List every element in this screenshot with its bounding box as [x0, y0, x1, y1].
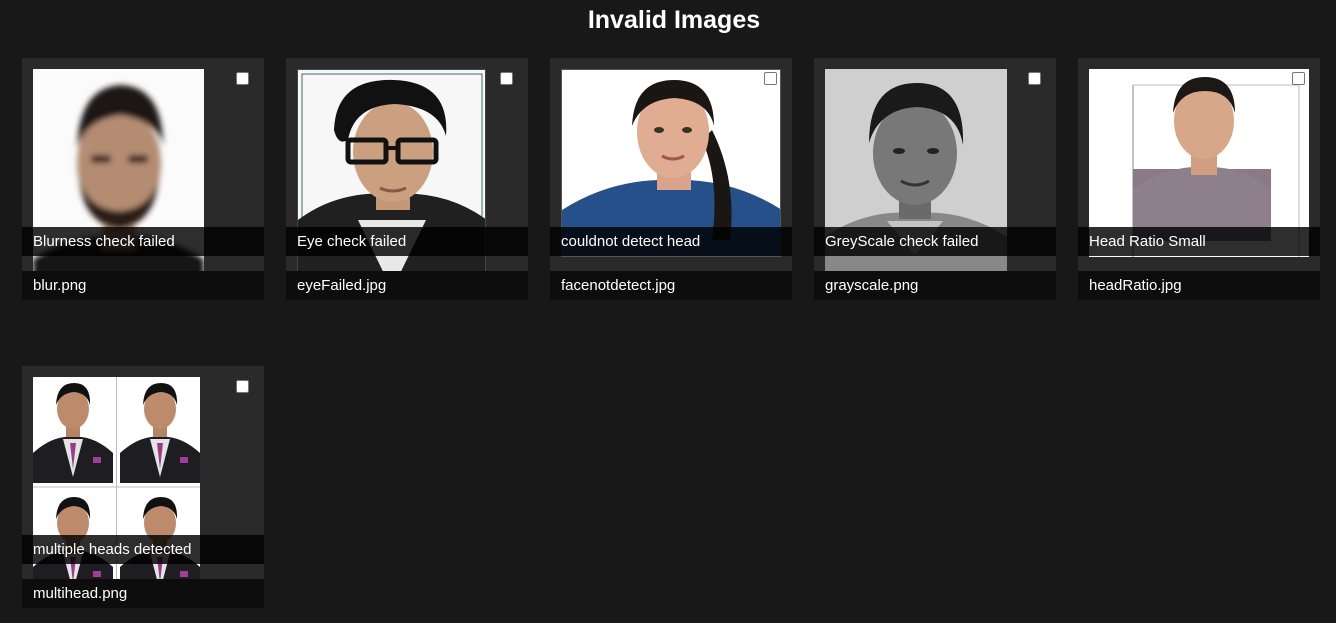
select-checkbox[interactable] [236, 72, 249, 85]
photo-thumbnail-eyefailed [297, 69, 486, 289]
select-checkbox[interactable] [764, 72, 777, 85]
file-name: grayscale.png [814, 271, 1056, 300]
select-checkbox[interactable] [236, 380, 249, 393]
image-card-blur[interactable]: Blurness check failed blur.png [22, 58, 264, 300]
image-card-grayscale[interactable]: GreyScale check failed grayscale.png [814, 58, 1056, 300]
file-name: multihead.png [22, 579, 264, 608]
error-label: couldnot detect head [550, 227, 792, 256]
error-label: Blurness check failed [22, 227, 264, 256]
image-card-eyefailed[interactable]: Eye check failed eyeFailed.jpg [286, 58, 528, 300]
image-card-multihead[interactable]: multiple heads detected multihead.png [22, 366, 264, 608]
select-checkbox[interactable] [1028, 72, 1041, 85]
select-checkbox[interactable] [1292, 72, 1305, 85]
photo-thumbnail-multihead [33, 377, 200, 597]
file-name: headRatio.jpg [1078, 271, 1320, 300]
image-card-facenotdetect[interactable]: couldnot detect head facenotdetect.jpg [550, 58, 792, 300]
error-label: Head Ratio Small [1078, 227, 1320, 256]
file-name: blur.png [22, 271, 264, 300]
file-name: facenotdetect.jpg [550, 271, 792, 300]
image-card-headratio[interactable]: Head Ratio Small headRatio.jpg [1078, 58, 1320, 300]
error-label: multiple heads detected [22, 535, 264, 564]
error-label: GreyScale check failed [814, 227, 1056, 256]
page-title: Invalid Images [587, 6, 761, 34]
photo-thumbnail-grayscale [825, 69, 1007, 289]
error-label: Eye check failed [286, 227, 528, 256]
file-name: eyeFailed.jpg [286, 271, 528, 300]
select-checkbox[interactable] [500, 72, 513, 85]
photo-thumbnail-blur [33, 69, 204, 289]
